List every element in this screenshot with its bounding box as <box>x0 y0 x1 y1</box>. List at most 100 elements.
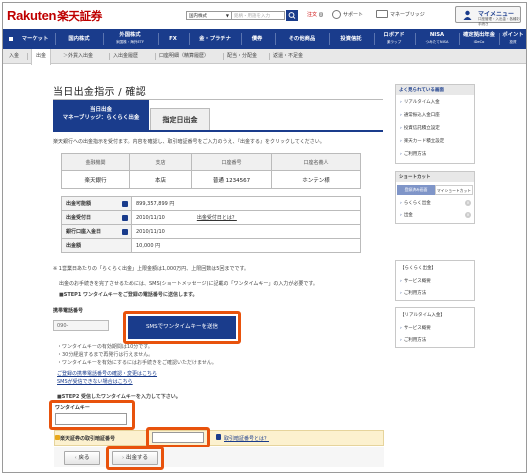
bullet-validity: ・ワンタイムキーの有効期間は10分です。 <box>57 344 153 350</box>
bullet-reissue: ・30分経過するまで再発行は行えません。 <box>57 352 154 358</box>
order-link[interactable]: 注文 0 <box>307 11 324 18</box>
support-link[interactable]: サポート <box>343 11 363 18</box>
subnav-dividends[interactable]: 配当・分配金 <box>227 49 257 64</box>
one-time-key-highlight <box>49 400 135 430</box>
search-icon <box>288 12 296 19</box>
phone-label: 携帯電話番号 <box>53 308 84 314</box>
search-input[interactable]: 銘柄・用語を入力 <box>232 11 285 20</box>
recent-item-1[interactable]: › リアルタイム入金 <box>400 99 440 105</box>
bank-account-table: 金融機関 支店 口座番号 口座名義人 楽天銀行 本店 普通 1234567 ホン… <box>61 153 361 189</box>
label-available-amount: 出金可能額 <box>61 196 132 211</box>
label-withdraw-amount: 出金額 <box>61 238 132 253</box>
subnav-history[interactable]: 入出金履歴 <box>113 49 138 64</box>
value-withdraw-amount: 10,000 円 <box>131 238 361 253</box>
search-button[interactable] <box>286 10 298 21</box>
chevron-down-icon: ▼ <box>225 13 229 18</box>
nav-investment-trusts[interactable]: 投資信託 <box>331 29 371 49</box>
rakuten-logo[interactable]: Rakuten楽天証券 <box>7 8 102 24</box>
realtime-deposit-panel: 【リアルタイム入金】 › サービス概要 › ご利用方法 <box>395 307 475 348</box>
rakuraku-title: 【らくらく出金】 <box>400 266 436 271</box>
calendar-icon <box>122 229 128 235</box>
shortcut-item-1[interactable]: › らくらく出金 <box>400 200 431 206</box>
value-deposit-date: 2010/11/10 <box>131 224 361 239</box>
realtime-overview-link[interactable]: › サービス概要 <box>400 325 431 331</box>
rakuraku-usage-link[interactable]: › ご利用方法 <box>400 290 426 296</box>
value-accept-date: 2010/11/10 出金受付日とは？ <box>131 210 361 225</box>
nav-points[interactable]: ポイント 投資 <box>500 29 526 49</box>
back-button[interactable]: ‹ 戻る <box>64 451 100 465</box>
money-bridge-icon <box>376 10 388 18</box>
nav-bonds[interactable]: 債券 <box>243 29 271 49</box>
cell-account-number: 普通 1234567 <box>191 170 272 189</box>
rakuraku-overview-link[interactable]: › サービス概要 <box>400 278 431 284</box>
instruction-text: 楽天銀行への出金指示を受付ます。内容を確認し、取引暗証番号をご入力のうえ、『出金… <box>53 139 325 145</box>
accept-date-help-link[interactable]: 出金受付日とは？ <box>197 215 237 221</box>
subnav-withdraw[interactable]: 出金 <box>31 49 52 65</box>
password-highlight <box>146 427 210 448</box>
header-account-holder: 口座名義人 <box>271 153 361 171</box>
header-account-number: 口座番号 <box>191 153 272 171</box>
recent-item-2[interactable]: › 通常振込入金口座 <box>400 112 440 118</box>
value-available-amount: 899,357,899 円 <box>131 196 361 211</box>
nav-domestic-stocks[interactable]: 国内株式 <box>57 29 101 49</box>
step1-text: ■STEP1 ワンタイムキーをご登録の電話番号に送信します。 <box>59 292 198 298</box>
button-row <box>54 447 384 467</box>
nav-foreign-stocks[interactable]: 外国株式 米国株・海外ETF <box>105 29 155 49</box>
rakuraku-panel: 【らくらく出金】 › サービス概要 › ご利用方法 <box>395 260 475 301</box>
nav-ideco[interactable]: 確定拠出年金 iDeCo <box>461 29 497 49</box>
phone-number-field: 090- <box>53 320 109 331</box>
step2-text: ■STEP2 受信したワンタイムキーを入力して下さい。 <box>57 394 181 400</box>
support-icon <box>332 10 341 19</box>
nav-gold-platinum[interactable]: 金・プラチナ <box>191 29 239 49</box>
shortcut-panel: ショートカット 登録済み画面 マイショートカット › らくらく出金 × › 出金 × <box>395 171 475 224</box>
change-phone-link[interactable]: ご登録の携帯電話番号の確認・変更はこちら <box>57 370 157 377</box>
market-select[interactable]: 国内株式 ▼ <box>186 11 232 20</box>
remove-icon[interactable]: × <box>465 212 471 218</box>
mymenu-button[interactable]: マイメニュー 口座管理・入出金・各種お手続き <box>455 6 521 26</box>
recent-item-3[interactable]: › 投資信託積立設定 <box>400 125 440 131</box>
shortcut-item-2[interactable]: › 出金 <box>400 212 413 218</box>
info-icon <box>122 201 128 207</box>
subnav-refund[interactable]: 返還・不足金 <box>273 49 303 64</box>
header-bank: 金融機関 <box>61 153 130 171</box>
remove-icon[interactable]: × <box>465 200 471 206</box>
submit-highlight <box>106 446 164 470</box>
label-accept-date: 出金受付日 <box>61 210 132 225</box>
recent-item-5[interactable]: › ご利用方法 <box>400 151 426 157</box>
page-title: 当日出金指示 / 確認 <box>53 87 147 98</box>
recent-item-4[interactable]: › 楽天カード積立設定 <box>400 138 444 144</box>
nav-other-products[interactable]: その他商品 <box>277 29 327 49</box>
sms-help-link[interactable]: SMSが受信できない場合はこちら <box>57 378 133 385</box>
sms-explanation: 出金のお手続きを完了させるためには、SMS(ショートメッセージ)に記載の「ワンタ… <box>59 281 318 287</box>
nav-home-icon <box>9 37 13 41</box>
tab-divider <box>53 130 383 132</box>
shortcut-title: ショートカット <box>396 172 474 182</box>
label-deposit-date: 銀行口座入金日 <box>61 224 132 239</box>
nav-fx[interactable]: FX <box>160 29 186 49</box>
subnav-fx-deposit[interactable]: ＞外貨入出金 <box>63 49 93 64</box>
cell-branch: 本店 <box>129 170 192 189</box>
realtime-usage-link[interactable]: › ご利用方法 <box>400 337 426 343</box>
nav-market[interactable]: マーケット <box>17 29 53 49</box>
calendar-icon <box>122 215 128 221</box>
money-bridge-link[interactable]: マネーブリッジ <box>390 11 425 18</box>
trade-password-label: 楽天証券の取引暗証番号 <box>60 436 116 442</box>
shortcut-tabs: 登録済み画面 マイショートカット <box>397 185 473 195</box>
tab-scheduled-withdrawal[interactable]: 指定日出金 <box>150 108 210 130</box>
subnav-deposit[interactable]: 入金 <box>9 49 19 64</box>
header-branch: 支店 <box>129 153 192 171</box>
realtime-title: 【リアルタイム入金】 <box>400 313 445 318</box>
nav-nisa[interactable]: NISA つみたてNISA <box>417 29 457 49</box>
cell-account-holder: ホンテン様 <box>271 170 361 189</box>
withdrawal-info-table: 出金可能額 899,357,899 円 出金受付日 2010/11/10 出金受付… <box>61 196 361 253</box>
trade-password-help-link[interactable]: 取引暗証番号とは？ <box>224 435 269 442</box>
user-icon <box>463 10 472 20</box>
limit-note: ※ 1営業日あたりの「らくらく出金」上限金額は1,000万円、上限回数は5回まで… <box>53 266 249 272</box>
nav-robo-advisor[interactable]: ロボアド 楽ラップ <box>376 29 412 49</box>
tab-my-shortcut[interactable]: マイショートカット <box>435 185 473 195</box>
cell-bank: 楽天銀行 <box>61 170 130 189</box>
tab-registered-screens[interactable]: 登録済み画面 <box>397 185 435 195</box>
subnav-statement[interactable]: 口座明細（精算履歴） <box>159 49 209 64</box>
tab-same-day-withdrawal[interactable]: 当日出金 マネーブリッジ：らくらく出金 <box>53 100 149 130</box>
sms-button-highlight <box>123 311 241 344</box>
